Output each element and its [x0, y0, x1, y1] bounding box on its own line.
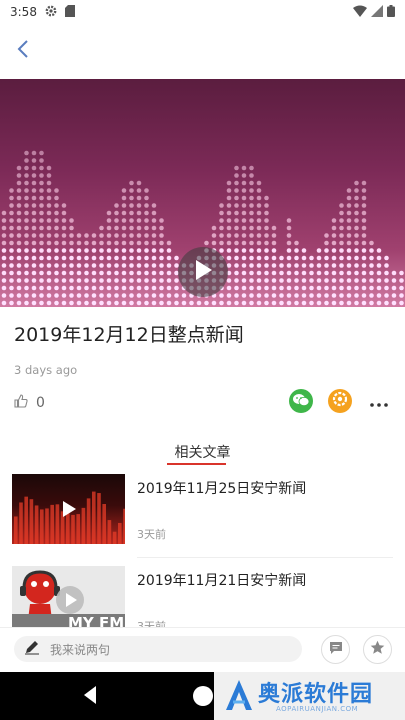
battery-icon [387, 4, 395, 20]
play-button[interactable] [178, 247, 228, 297]
comments-button[interactable] [321, 635, 350, 664]
related-thumbnail [12, 474, 125, 544]
related-title: 2019年11月25日安宁新闻 [137, 481, 307, 497]
article-time: 3 days ago [14, 363, 78, 377]
like-count: 0 [36, 394, 45, 411]
watermark-logo-icon [224, 678, 254, 716]
related-time: 3天前 [137, 528, 166, 541]
pencil-icon [24, 639, 40, 659]
comment-input[interactable]: 我来说两句 [14, 636, 302, 662]
gear-icon [45, 5, 57, 20]
wifi-icon [353, 5, 367, 20]
watermark-url: AOPAIRUANJIAN.COM [276, 705, 359, 713]
watermark: 奥派软件园 AOPAIRUANJIAN.COM [214, 672, 405, 720]
more-button[interactable] [367, 389, 391, 413]
back-button[interactable] [8, 36, 38, 66]
watermark-text: 奥派软件园 [258, 682, 374, 707]
related-underline [167, 463, 226, 465]
video-player[interactable] [0, 79, 405, 307]
nav-back-icon [84, 686, 96, 704]
star-icon [370, 640, 385, 659]
share-moments-button[interactable] [328, 389, 352, 413]
nav-back-button[interactable] [80, 684, 104, 708]
share-wechat-button[interactable] [289, 389, 313, 413]
status-bar: 3:58 [0, 0, 405, 24]
more-icon [370, 392, 388, 411]
wechat-icon [292, 392, 310, 411]
divider [137, 557, 393, 558]
related-title: 2019年11月21日安宁新闻 [137, 573, 307, 589]
related-thumbnail: MY FM [12, 566, 125, 636]
related-heading: 相关文章 [174, 445, 231, 461]
favorite-button[interactable] [363, 635, 392, 664]
comment-icon [329, 640, 343, 659]
article-title: 2019年12月12日整点新闻 [14, 324, 244, 346]
sd-card-icon [64, 4, 75, 20]
comment-placeholder: 我来说两句 [50, 642, 111, 657]
signal-icon [371, 4, 383, 20]
related-item[interactable]: 2019年11月25日安宁新闻 3天前 [0, 474, 405, 560]
top-nav [0, 28, 405, 74]
chevron-left-icon [16, 39, 30, 63]
status-time: 3:58 [10, 5, 37, 19]
play-icon [193, 259, 213, 285]
thumbs-up-icon [14, 393, 28, 412]
comment-bar: 我来说两句 [0, 627, 405, 671]
like-button[interactable]: 0 [14, 393, 45, 412]
moments-icon [332, 391, 348, 411]
nav-home-button[interactable] [193, 686, 213, 706]
thumbnail-play-icon [56, 496, 82, 522]
